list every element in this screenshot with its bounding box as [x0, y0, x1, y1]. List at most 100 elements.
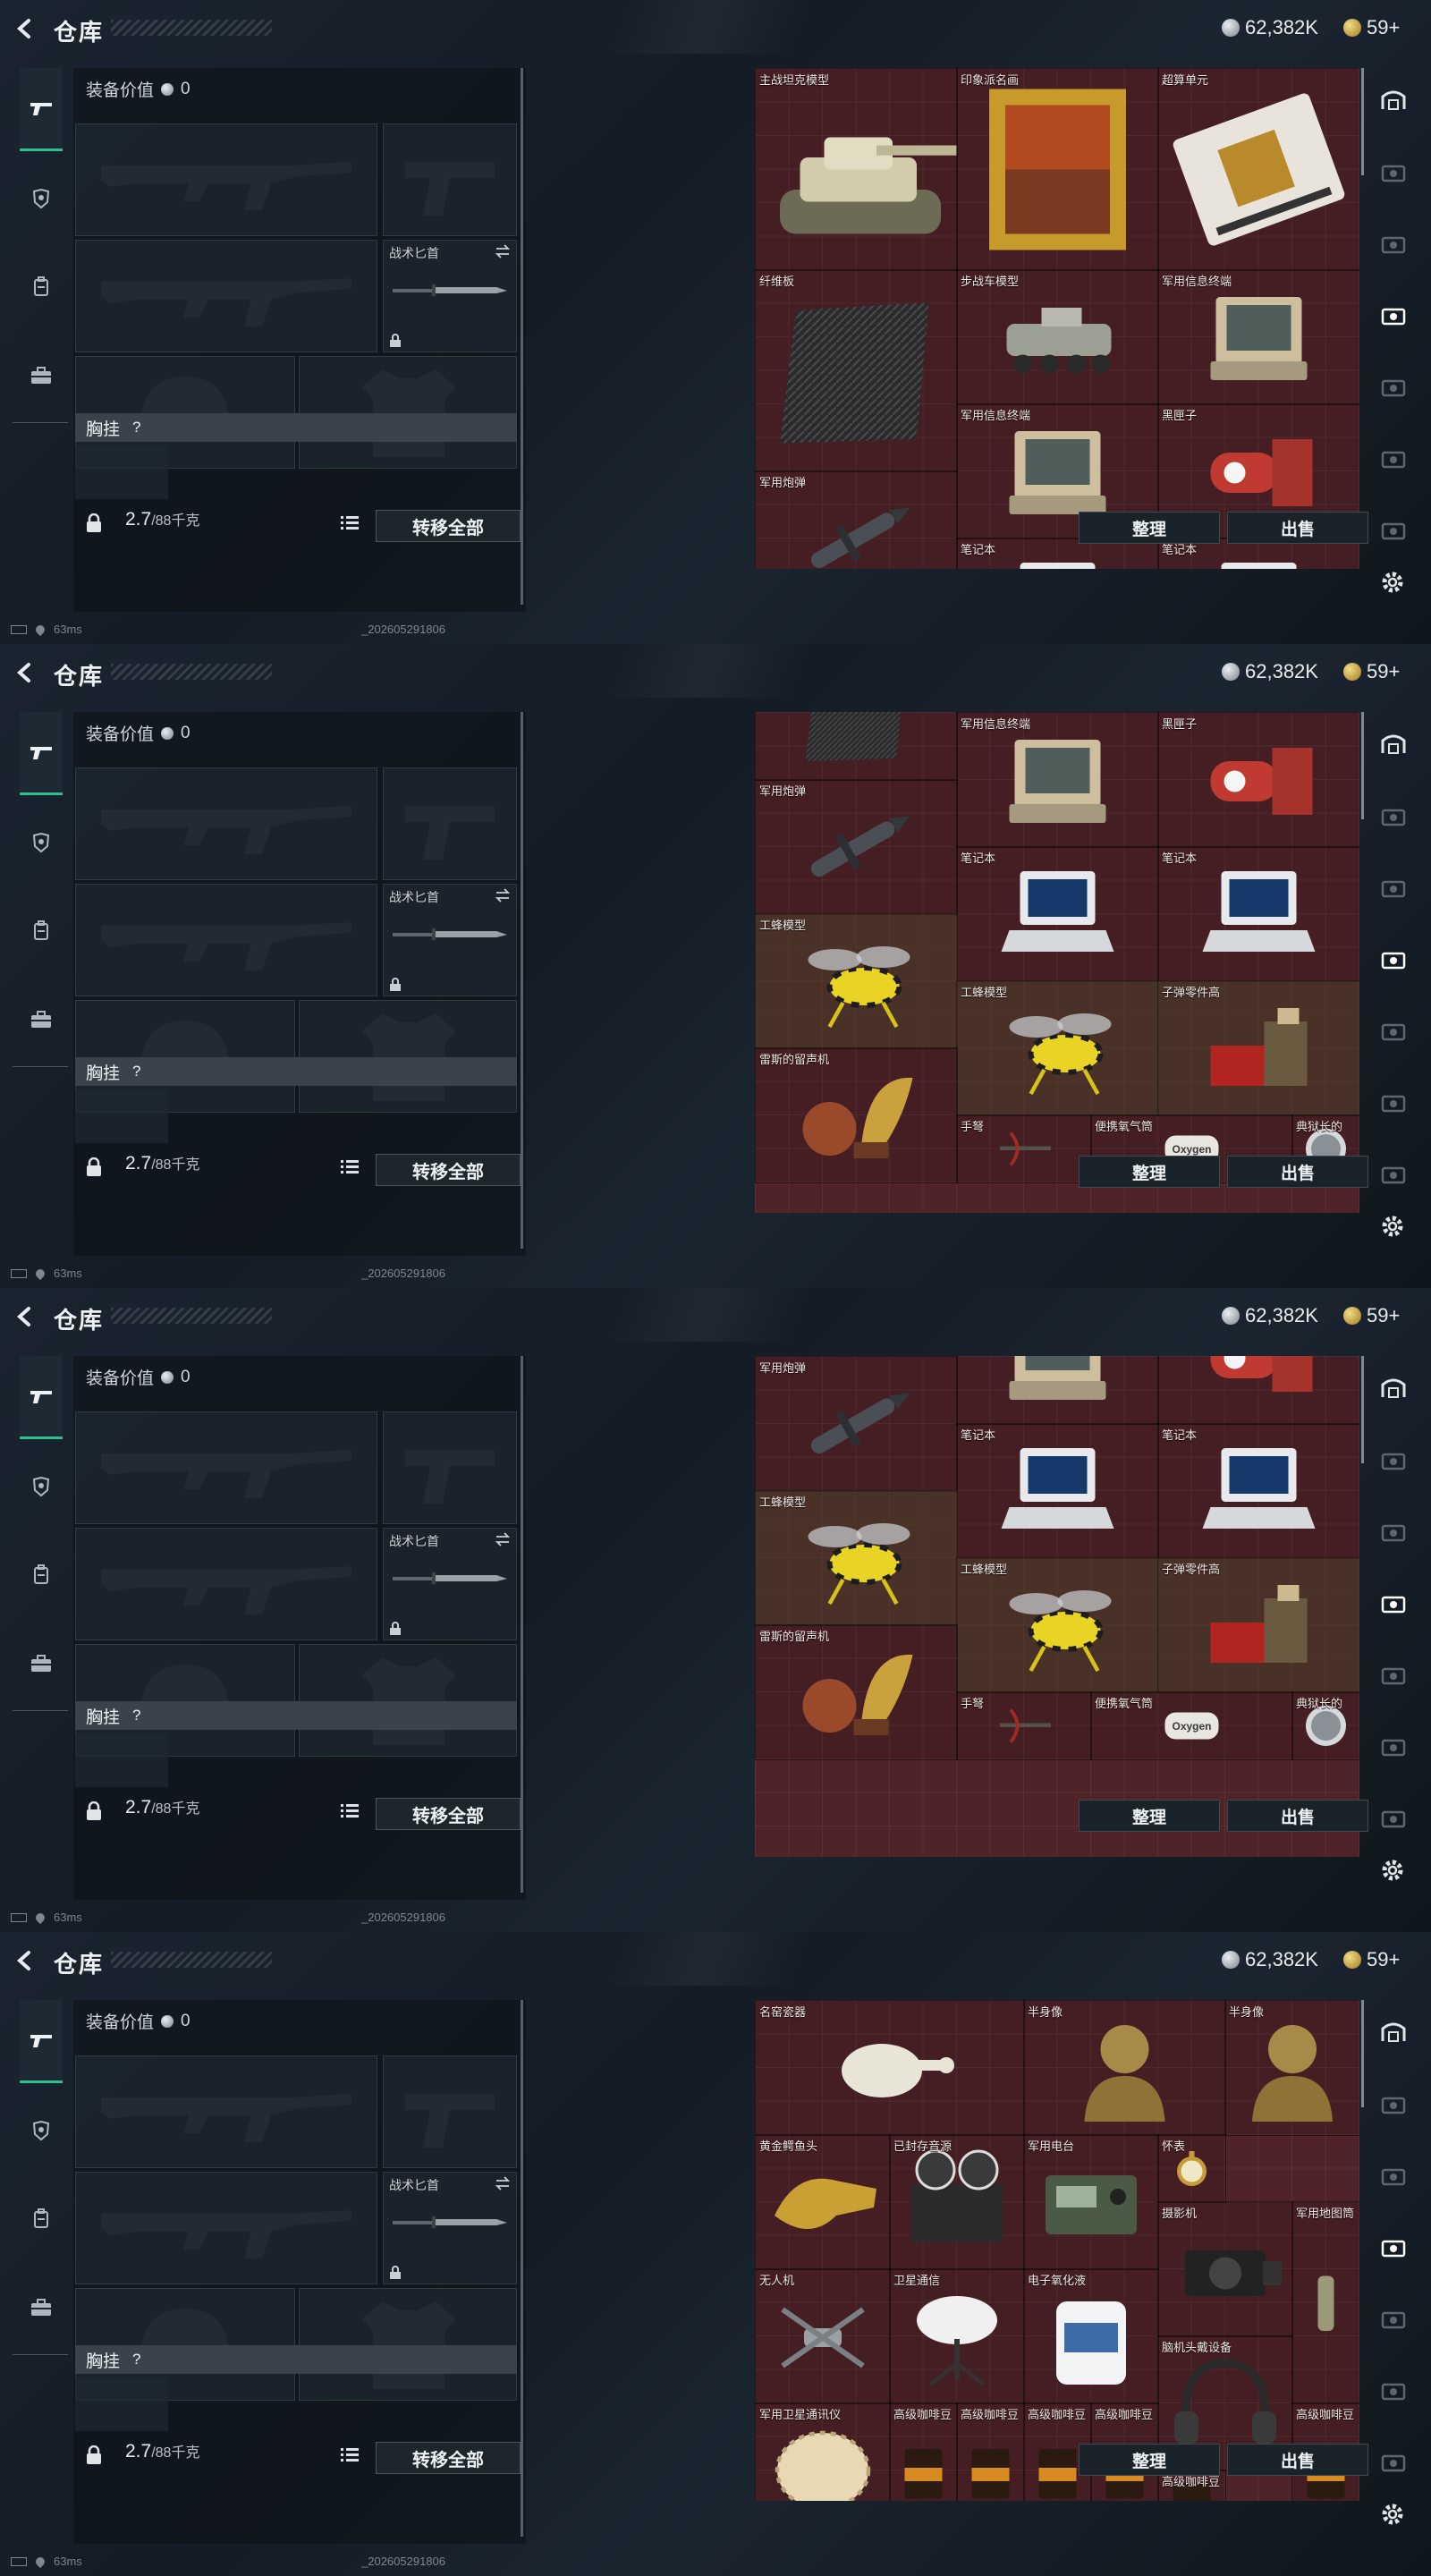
- back-arrow-icon[interactable]: [13, 16, 38, 41]
- swap-icon[interactable]: [495, 2176, 511, 2190]
- tab-case[interactable]: [20, 354, 63, 397]
- pistol-slot[interactable]: [383, 2055, 517, 2168]
- melee-slot[interactable]: 战术匕首: [383, 884, 517, 996]
- stash-item[interactable]: 电子氧化液: [1023, 2268, 1159, 2404]
- stash-item[interactable]: 笔记本: [1157, 846, 1359, 982]
- tab-backpack[interactable]: [20, 2197, 63, 2240]
- stash-item[interactable]: 无人机: [755, 2268, 891, 2404]
- stash-item[interactable]: Oxygen 便携氧气筒: [1090, 1691, 1293, 1760]
- equipment-scrollbar[interactable]: [521, 1356, 523, 1893]
- container-slot-icon[interactable]: [1379, 2447, 1408, 2476]
- container-box-icon[interactable]: [1379, 86, 1408, 114]
- stash-item[interactable]: [755, 712, 958, 781]
- stash-item[interactable]: 工蜂模型: [755, 1490, 958, 1626]
- transfer-all-button[interactable]: 转移全部: [376, 2442, 521, 2474]
- container-slot-icon[interactable]: [1379, 229, 1408, 258]
- sort-button[interactable]: 整理: [1079, 2444, 1220, 2476]
- melee-slot[interactable]: 战术匕首: [383, 240, 517, 352]
- tab-backpack[interactable]: [20, 909, 63, 952]
- stash-item[interactable]: 高级咖啡豆: [1157, 2470, 1226, 2501]
- stash-item[interactable]: 雷斯的留声机: [755, 1624, 958, 1760]
- transfer-all-button[interactable]: 转移全部: [376, 1154, 521, 1186]
- gear-icon[interactable]: [1379, 2501, 1406, 2528]
- tab-case[interactable]: [20, 1642, 63, 1685]
- pistol-slot[interactable]: [383, 767, 517, 880]
- stash-item[interactable]: 半身像: [1224, 2000, 1359, 2136]
- stash-item[interactable]: 半身像: [1023, 2000, 1226, 2136]
- stash-item[interactable]: 笔记本: [1157, 1423, 1359, 1559]
- stash-item[interactable]: 工蜂模型: [956, 1557, 1159, 1693]
- stash-item[interactable]: 军用炮弹: [755, 779, 958, 915]
- stash-grid[interactable]: 军用信息终端 黑匣子 军用炮弹 笔记本 笔记本 工蜂模型 工蜂模型 子弹零件高 雷斯的留声机 手弩…: [755, 712, 1359, 1213]
- list-icon[interactable]: [340, 1801, 360, 1819]
- gear-icon[interactable]: [1379, 1857, 1406, 1884]
- transfer-all-button[interactable]: 转移全部: [376, 510, 521, 542]
- tab-armor[interactable]: [20, 2109, 63, 2152]
- primary-weapon-slot[interactable]: [75, 767, 377, 880]
- container-slot-icon[interactable]: [1379, 801, 1408, 830]
- sell-button[interactable]: 出售: [1227, 512, 1368, 544]
- stash-item[interactable]: 军用地图筒: [1291, 2201, 1359, 2404]
- tab-weapons[interactable]: [20, 2000, 63, 2083]
- secondary-weapon-slot[interactable]: [75, 240, 377, 352]
- stash-item[interactable]: 步战车模型: [956, 269, 1159, 405]
- container-box-icon[interactable]: [1379, 1374, 1408, 1402]
- sort-button[interactable]: 整理: [1079, 1156, 1220, 1188]
- chest-rig-help-icon[interactable]: ?: [132, 1707, 140, 1724]
- armor-slot[interactable]: [299, 356, 517, 469]
- secondary-weapon-slot[interactable]: [75, 1528, 377, 1640]
- equipment-scrollbar[interactable]: [521, 68, 523, 605]
- list-icon[interactable]: [340, 513, 360, 531]
- sell-button[interactable]: 出售: [1227, 2444, 1368, 2476]
- tab-weapons[interactable]: [20, 1356, 63, 1439]
- stash-item[interactable]: 笔记本: [956, 1423, 1159, 1559]
- secondary-weapon-slot[interactable]: [75, 884, 377, 996]
- stash-item[interactable]: 手弩: [956, 1691, 1092, 1760]
- chest-rig-slot[interactable]: [75, 2377, 168, 2431]
- tab-case[interactable]: [20, 2286, 63, 2329]
- stash-item[interactable]: 军用电台: [1023, 2134, 1159, 2270]
- stash-item[interactable]: 已封存音源: [889, 2134, 1025, 2270]
- stash-item[interactable]: 军用信息终端: [956, 712, 1159, 848]
- stash-item[interactable]: [1157, 1356, 1359, 1425]
- tab-case[interactable]: [20, 998, 63, 1041]
- gear-icon[interactable]: [1379, 1213, 1406, 1240]
- stash-item[interactable]: 典狱长的: [1291, 1691, 1359, 1760]
- stash-item[interactable]: 工蜂模型: [755, 913, 958, 1049]
- stash-item[interactable]: 主战坦克模型: [755, 68, 958, 271]
- back-arrow-icon[interactable]: [13, 1304, 38, 1329]
- stash-item[interactable]: 名窑瓷器: [755, 2000, 1025, 2136]
- container-slot-icon[interactable]: [1379, 1445, 1408, 1474]
- back-arrow-icon[interactable]: [13, 660, 38, 685]
- container-slot-icon[interactable]: [1379, 2089, 1408, 2118]
- stash-item[interactable]: 摄影机: [1157, 2201, 1293, 2337]
- equipment-scrollbar[interactable]: [521, 2000, 523, 2537]
- stash-scrollbar[interactable]: [1361, 68, 1364, 175]
- chest-rig-help-icon[interactable]: ?: [132, 2351, 140, 2368]
- stash-scrollbar[interactable]: [1361, 1356, 1364, 1463]
- chest-rig-slot[interactable]: [75, 1733, 168, 1787]
- tab-armor[interactable]: [20, 1465, 63, 1508]
- container-slot-icon[interactable]: [1379, 1732, 1408, 1760]
- stash-item[interactable]: 军用炮弹: [755, 470, 958, 569]
- container-slot-icon[interactable]: [1379, 1159, 1408, 1188]
- tab-armor[interactable]: [20, 821, 63, 864]
- stash-item[interactable]: 笔记本: [956, 846, 1159, 982]
- tab-backpack[interactable]: [20, 1553, 63, 1596]
- container-slot-icon[interactable]: [1379, 157, 1408, 186]
- armor-slot[interactable]: [299, 2288, 517, 2401]
- stash-item[interactable]: 怀表: [1157, 2134, 1226, 2203]
- container-slot-icon[interactable]: [1379, 1589, 1408, 1617]
- container-slot-icon[interactable]: [1379, 2233, 1408, 2261]
- gear-icon[interactable]: [1379, 569, 1406, 596]
- swap-icon[interactable]: [495, 1532, 511, 1546]
- gold-currency[interactable]: 59+: [1343, 660, 1400, 683]
- back-arrow-icon[interactable]: [13, 1948, 38, 1973]
- secondary-weapon-slot[interactable]: [75, 2172, 377, 2284]
- stash-item[interactable]: 超算单元: [1157, 68, 1359, 271]
- stash-item[interactable]: 军用信息终端: [1157, 269, 1359, 405]
- container-slot-icon[interactable]: [1379, 1517, 1408, 1546]
- sell-button[interactable]: 出售: [1227, 1800, 1368, 1832]
- gold-currency[interactable]: 59+: [1343, 1304, 1400, 1327]
- container-box-icon[interactable]: [1379, 730, 1408, 758]
